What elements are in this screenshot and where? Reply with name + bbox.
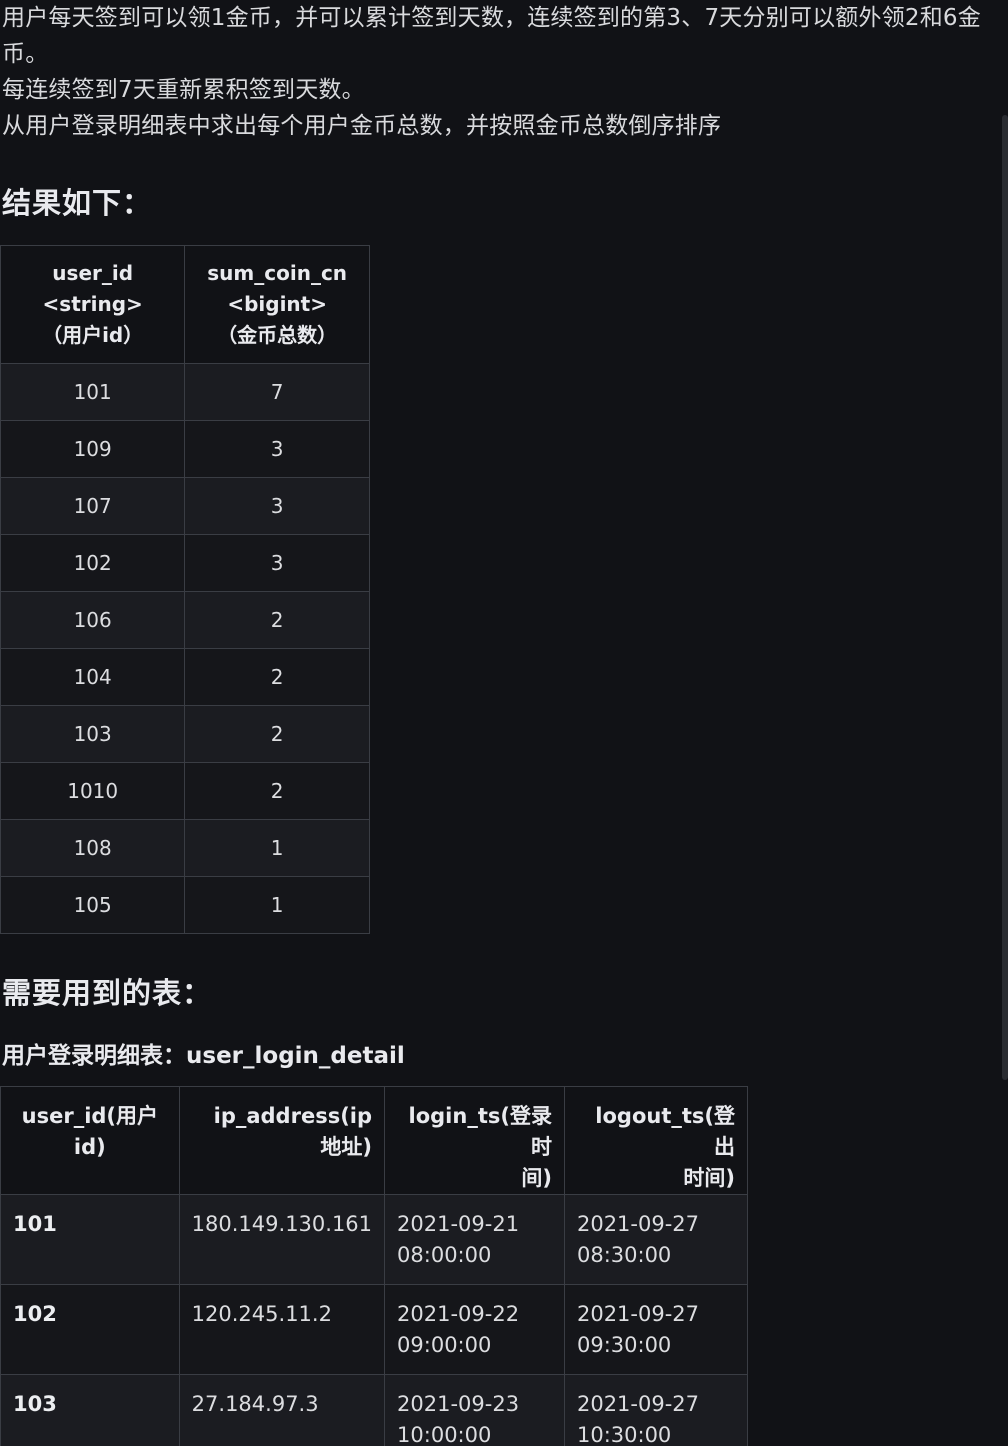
cell-sum-coin: 2 <box>184 762 370 820</box>
cell-user-id: 102 <box>0 1284 180 1375</box>
cell-login-ts: 2021-09-21 08:00:00 <box>384 1194 565 1285</box>
intro-line-2: 每连续签到7天重新累积签到天数。 <box>2 77 365 103</box>
header-line: ip_address(ip <box>213 1104 373 1128</box>
header-user-id: user_id(用户id) <box>0 1086 180 1195</box>
table-row: 1010 2 <box>0 762 370 820</box>
date-part: 2021-09-27 <box>576 1302 700 1326</box>
cell-sum-coin: 1 <box>184 819 370 877</box>
table-row: 103 27.184.97.3 2021-09-23 10:00:00 2021… <box>0 1374 749 1446</box>
intro-line-1: 用户每天签到可以领1金币，并可以累计签到天数，连续签到的第3、7天分别可以额外领… <box>2 5 981 67</box>
cell-user-id: 103 <box>0 705 186 763</box>
time-part: 09:00:00 <box>397 1333 492 1357</box>
header-line: 地址) <box>320 1135 373 1159</box>
result-header-user-id: user_id <string> （用户id） <box>0 245 186 364</box>
cell-sum-coin: 2 <box>184 591 370 649</box>
result-header-sum-coin: sum_coin_cn <bigint> （金币总数） <box>184 245 370 364</box>
result-header-row: user_id <string> （用户id） sum_coin_cn <big… <box>0 245 370 364</box>
date-part: 2021-09-23 <box>397 1392 520 1416</box>
cell-user-id: 106 <box>0 591 186 649</box>
table-row: 108 1 <box>0 819 370 877</box>
header-line: （用户id） <box>42 323 144 347</box>
date-part: 2021-09-27 <box>576 1212 700 1236</box>
header-line: logout_ts(登出 <box>595 1104 735 1159</box>
time-part: 08:30:00 <box>576 1243 672 1267</box>
time-part: 08:00:00 <box>397 1243 492 1267</box>
date-part: 2021-09-27 <box>576 1392 700 1416</box>
time-part: 10:30:00 <box>576 1423 672 1446</box>
cell-user-id: 1010 <box>0 762 186 820</box>
cell-login-ts: 2021-09-22 09:00:00 <box>384 1284 565 1375</box>
cell-user-id: 101 <box>0 363 186 421</box>
table-row: 109 3 <box>0 420 370 478</box>
table-row: 102 3 <box>0 534 370 592</box>
cell-sum-coin: 2 <box>184 648 370 706</box>
header-line: user_id <box>52 261 134 285</box>
cell-user-id: 101 <box>0 1194 180 1285</box>
cell-user-id: 109 <box>0 420 186 478</box>
cell-user-id: 104 <box>0 648 186 706</box>
cell-user-id: 108 <box>0 819 186 877</box>
cell-sum-coin: 7 <box>184 363 370 421</box>
time-part: 09:30:00 <box>576 1333 672 1357</box>
header-ip-address: ip_address(ip 地址) <box>178 1086 386 1195</box>
login-header-row: user_id(用户id) ip_address(ip 地址) login_ts… <box>0 1086 749 1195</box>
date-part: 2021-09-22 <box>397 1302 520 1326</box>
table-row: 105 1 <box>0 876 370 934</box>
cell-sum-coin: 2 <box>184 705 370 763</box>
table-row: 102 120.245.11.2 2021-09-22 09:00:00 202… <box>0 1284 749 1375</box>
scrollbar[interactable] <box>1002 115 1008 1080</box>
table-row: 104 2 <box>0 648 370 706</box>
cell-logout-ts: 2021-09-27 10:30:00 <box>563 1374 749 1446</box>
header-line: user_id(用户id) <box>21 1104 159 1159</box>
header-line: 时间) <box>683 1166 735 1190</box>
header-logout-ts: logout_ts(登出 时间) <box>563 1086 749 1195</box>
table-row: 101 180.149.130.161 2021-09-21 08:00:00 … <box>0 1194 749 1285</box>
cell-user-id: 105 <box>0 876 186 934</box>
header-line: sum_coin_cn <box>207 261 348 285</box>
user-login-detail-table: user_id(用户id) ip_address(ip 地址) login_ts… <box>0 1086 749 1446</box>
cell-user-id: 102 <box>0 534 186 592</box>
header-login-ts: login_ts(登录时 间) <box>384 1086 565 1195</box>
cell-user-id: 103 <box>0 1374 180 1446</box>
table-row: 107 3 <box>0 477 370 535</box>
cell-logout-ts: 2021-09-27 08:30:00 <box>563 1194 749 1285</box>
time-part: 10:00:00 <box>397 1423 492 1446</box>
table-row: 101 7 <box>0 363 370 421</box>
table-name-subheading: 用户登录明细表：user_login_detail <box>2 1043 405 1069</box>
header-line: <bigint> <box>227 292 327 316</box>
cell-sum-coin: 1 <box>184 876 370 934</box>
table-row: 103 2 <box>0 705 370 763</box>
header-line: 间) <box>521 1166 552 1190</box>
cell-logout-ts: 2021-09-27 09:30:00 <box>563 1284 749 1375</box>
header-line: <string> <box>42 292 143 316</box>
cell-ip-address: 180.149.130.161 <box>178 1194 386 1285</box>
result-heading: 结果如下： <box>2 186 153 220</box>
header-line: （金币总数） <box>217 323 338 347</box>
cell-sum-coin: 3 <box>184 477 370 535</box>
intro-line-3: 从用户登录明细表中求出每个用户金币总数，并按照金币总数倒序排序 <box>2 113 722 139</box>
cell-ip-address: 27.184.97.3 <box>178 1374 386 1446</box>
date-part: 2021-09-21 <box>397 1212 520 1236</box>
cell-sum-coin: 3 <box>184 420 370 478</box>
table-row: 106 2 <box>0 591 370 649</box>
cell-user-id: 107 <box>0 477 186 535</box>
tables-heading: 需要用到的表： <box>2 976 213 1010</box>
cell-login-ts: 2021-09-23 10:00:00 <box>384 1374 565 1446</box>
header-line: login_ts(登录时 <box>408 1104 552 1159</box>
cell-ip-address: 120.245.11.2 <box>178 1284 386 1375</box>
result-table: user_id <string> （用户id） sum_coin_cn <big… <box>0 245 370 934</box>
problem-description: 用户每天签到可以领1金币，并可以累计签到天数，连续签到的第3、7天分别可以额外领… <box>0 0 1006 144</box>
cell-sum-coin: 3 <box>184 534 370 592</box>
